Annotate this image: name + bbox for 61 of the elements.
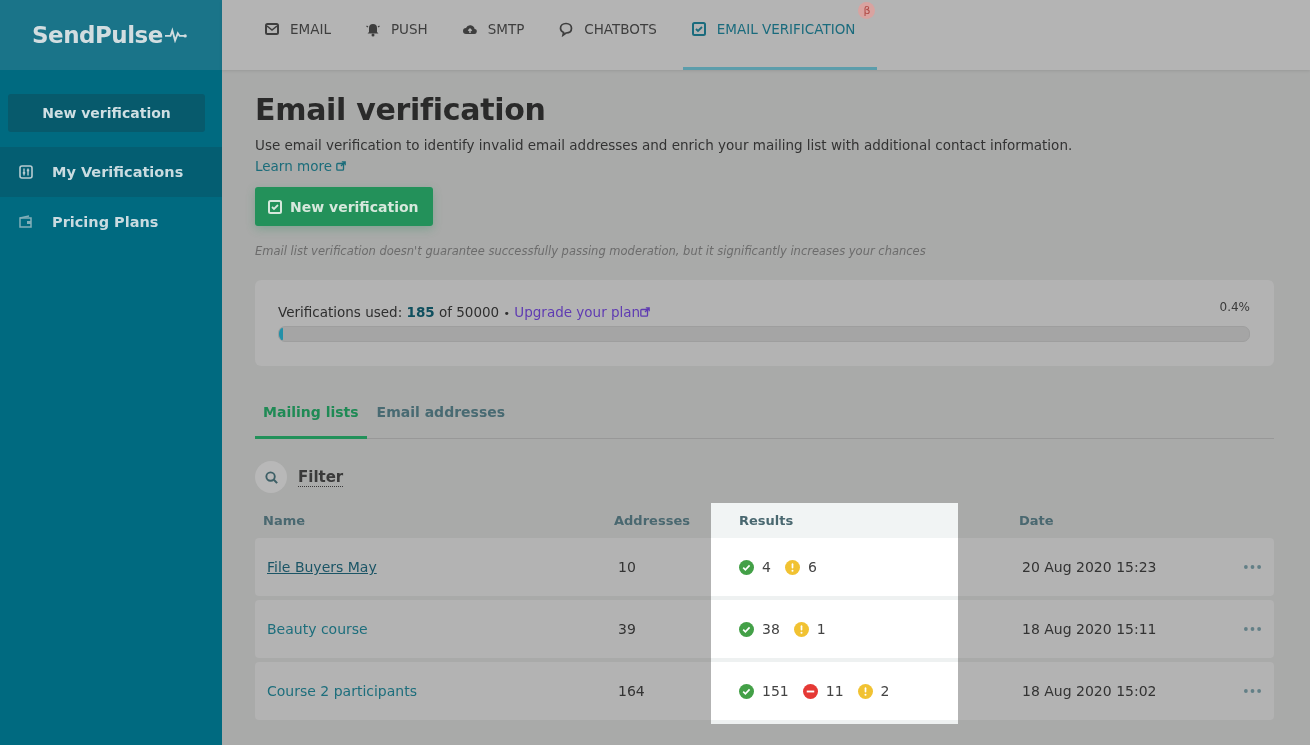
page-description: Use email verification to identify invalid email addresses and enrich your mailing list with additional contact information.	[255, 137, 1074, 153]
more-options-icon	[1244, 627, 1261, 631]
result-count: 2	[880, 683, 890, 699]
more-options-icon	[1244, 565, 1261, 569]
list-name-link[interactable]: Course 2 participants	[267, 683, 417, 699]
column-header: Results	[711, 503, 958, 538]
table-cell-text: 39	[617, 620, 637, 639]
search-button[interactable]	[255, 461, 287, 493]
sliders-icon	[18, 164, 34, 180]
list-name-link[interactable]: Beauty course	[267, 621, 368, 637]
more-options-icon	[1244, 689, 1261, 693]
sidebar-item[interactable]: My Verifications	[0, 147, 222, 197]
check-circle-icon	[739, 559, 754, 575]
pulse-icon	[164, 27, 187, 43]
tab[interactable]: Email addresses	[368, 394, 514, 439]
nav-tab[interactable]: SMTP	[453, 0, 533, 70]
nav-tab[interactable]: EMAIL VERIFICATION β	[682, 0, 878, 70]
table-cell-text: 164	[617, 682, 646, 701]
table-cell-text: 10	[617, 558, 637, 577]
usage-summary: Verifications used: 185 of 50000 • Upgrade your plan	[278, 304, 651, 320]
external-link-icon	[640, 307, 651, 317]
result-count: 4	[762, 559, 771, 575]
result-count: 38	[762, 621, 780, 637]
table-cell-text: 20 Aug 2020 15:23	[1021, 558, 1158, 577]
result-count: 11	[825, 683, 844, 699]
disclaimer-note: Email list verification doesn't guarantee successfully passing moderation, but it significantly increases your chances	[255, 244, 927, 258]
filter-link[interactable]: Filter	[298, 467, 344, 487]
usage-percent: 0.4%	[1219, 300, 1250, 314]
result-count: 1	[816, 621, 826, 637]
envelope-icon	[264, 20, 280, 37]
page-title: Email verification	[255, 92, 547, 127]
column-header: Addresses	[613, 512, 691, 530]
nav-tab[interactable]: EMAIL	[256, 0, 339, 70]
chat-bubble-icon	[558, 20, 575, 37]
nav-tab[interactable]: PUSH	[356, 0, 436, 70]
exclamation-circle-icon	[793, 621, 809, 637]
table-cell-text: 18 Aug 2020 15:11	[1021, 620, 1158, 639]
wallet-icon	[18, 214, 34, 230]
column-header: Date	[1018, 512, 1055, 530]
beta-badge: β	[858, 2, 876, 19]
search-icon	[263, 469, 279, 485]
nav-tab[interactable]: CHATBOTS	[550, 0, 665, 70]
result-count: 6	[807, 559, 817, 575]
checkbox-icon	[690, 20, 707, 37]
external-link-icon	[336, 161, 346, 171]
exclamation-circle-icon	[784, 559, 800, 575]
sidebar-item[interactable]: Pricing Plans	[0, 197, 222, 247]
check-circle-icon	[739, 621, 754, 637]
new-verification-button[interactable]: New verification	[255, 187, 433, 226]
minus-circle-icon	[802, 683, 818, 699]
learn-more-link[interactable]: Learn more	[255, 158, 346, 174]
result-count: 151	[762, 683, 789, 699]
check-circle-icon	[739, 683, 754, 699]
checkbox-icon	[267, 198, 283, 215]
new-verification-button[interactable]: New verification	[8, 94, 205, 132]
list-name-link[interactable]: File Buyers May	[267, 559, 377, 575]
table-cell-text: 18 Aug 2020 15:02	[1021, 682, 1158, 701]
logo-text: SendPulse	[32, 22, 163, 48]
separator-dot: •	[503, 307, 510, 320]
exclamation-circle-icon	[857, 683, 873, 699]
column-header: Name	[262, 512, 306, 530]
